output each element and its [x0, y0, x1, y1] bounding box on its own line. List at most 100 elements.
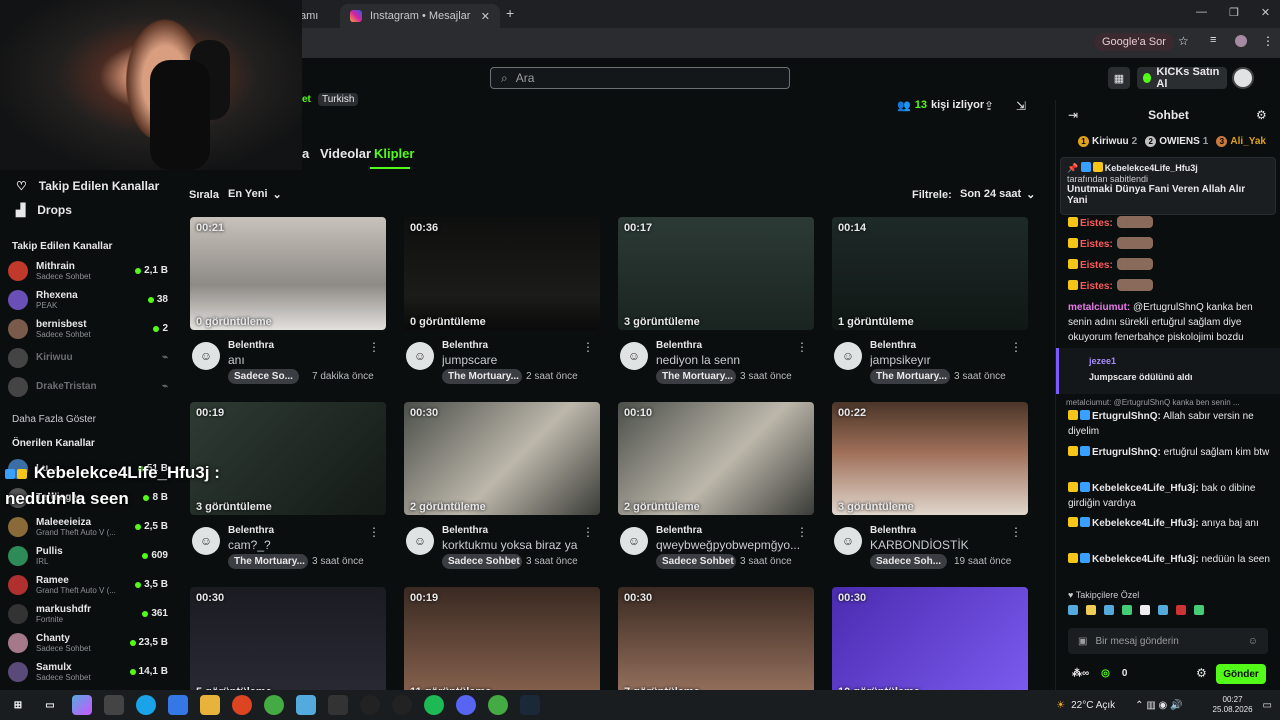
search-input[interactable]: ⌕ Ara — [490, 67, 790, 89]
clip-thumbnail[interactable]: 00:307 görüntüleme — [618, 587, 814, 700]
clip-thumbnail[interactable]: 00:22 3 görüntüleme — [832, 402, 1028, 515]
clip-category[interactable]: Sadece So... — [228, 369, 299, 384]
clip-thumbnail[interactable]: 00:3010 görüntüleme — [832, 587, 1028, 700]
menu-icon[interactable]: ⋮ — [1262, 34, 1274, 48]
tray-icons[interactable]: ⌃ ▥ ◉ 🔊 — [1135, 700, 1182, 711]
channel-item[interactable]: Samulx Sadece Sohbet 14,1 B — [8, 657, 168, 686]
app-icon-2[interactable] — [360, 695, 380, 715]
bookmark-star-icon[interactable]: ☆ — [1178, 34, 1189, 48]
kebab-menu-icon[interactable]: ⋮ — [368, 525, 380, 539]
channel-item[interactable]: Maleeeieiza Grand Theft Auto V (... 2,5 B — [8, 512, 168, 541]
tab-clips[interactable]: Klipler — [374, 146, 414, 161]
clip-thumbnail[interactable]: 00:21 0 görüntüleme — [190, 217, 386, 330]
emoji-icon[interactable]: ☺ — [1248, 636, 1258, 647]
file-explorer-icon[interactable] — [200, 695, 220, 715]
show-more-link[interactable]: Daha Fazla Göster — [0, 414, 96, 425]
channel-item[interactable]: Kiriwuu ⌁ — [8, 343, 168, 372]
channel-avatar[interactable]: ☺ — [406, 527, 434, 555]
language-tag[interactable]: Turkish — [318, 93, 359, 106]
clip-thumbnail[interactable]: 00:30 2 görüntüleme — [404, 402, 600, 515]
kebab-menu-icon[interactable]: ⋮ — [796, 525, 808, 539]
clip-author[interactable]: Belenthra — [442, 340, 488, 351]
chat-username[interactable]: Kebelekce4Life_Hfu3j: — [1092, 518, 1199, 529]
epic-games-icon[interactable] — [328, 695, 348, 715]
media-icon[interactable]: ≡ — [1210, 34, 1216, 46]
profile-icon[interactable] — [1235, 35, 1247, 47]
clip-author[interactable]: Belenthra — [442, 525, 488, 536]
channel-item[interactable]: markushdfr Fortnite 361 — [8, 599, 168, 628]
kebab-menu-icon[interactable]: ⋮ — [796, 340, 808, 354]
windows-start-icon[interactable]: ⊞ — [8, 695, 28, 715]
clip-title[interactable]: cam?_? — [228, 538, 378, 552]
close-tab-icon[interactable]: ✕ — [481, 10, 490, 23]
pinned-message[interactable]: 📌 Kebelekce4Life_Hfu3j tarafından sabitl… — [1060, 157, 1276, 215]
kicks-buy-button[interactable]: KICKs Satın Al — [1137, 66, 1227, 90]
leaderboard-entry[interactable]: 2 OWIENS 1 — [1145, 136, 1208, 147]
clip-category[interactable]: Sadece Sohbet — [656, 554, 736, 569]
google-sor-button[interactable]: Google'a Sor — [1094, 33, 1174, 51]
clip-author[interactable]: Belenthra — [228, 340, 274, 351]
weather-widget[interactable]: ☀ 22°C Açık — [1056, 700, 1115, 711]
clip-thumbnail[interactable]: 00:10 2 görüntüleme — [618, 402, 814, 515]
clip-author[interactable]: Belenthra — [656, 340, 702, 351]
emote-bar[interactable] — [1068, 605, 1268, 621]
chat-username[interactable]: ErtugrulShnQ: — [1092, 447, 1161, 458]
chat-username[interactable]: Eistes: — [1080, 218, 1113, 229]
chat-gear-icon[interactable]: ⚙ — [1196, 666, 1207, 680]
share-icon[interactable]: ⇪ — [984, 99, 994, 113]
chat-username[interactable]: Kebelekce4Life_Hfu3j: — [1092, 554, 1199, 565]
chat-username[interactable]: Eistes: — [1080, 260, 1113, 271]
channel-item[interactable]: Ramee Grand Theft Auto V (... 3,5 B — [8, 570, 168, 599]
obs-icon[interactable] — [392, 695, 412, 715]
clip-title[interactable]: nediyon la senn — [656, 353, 806, 367]
notification-icon[interactable]: ▭ — [1263, 700, 1272, 711]
filter-dropdown[interactable]: Son 24 saat ⌄ — [954, 184, 1041, 206]
chat-input[interactable]: ▣ Bir mesaj gönderin ☺ — [1068, 628, 1268, 654]
clip-category[interactable]: The Mortuary... — [228, 554, 308, 569]
channel-avatar[interactable]: ☺ — [620, 527, 648, 555]
clip-category[interactable]: Sadece Sohbet — [442, 554, 522, 569]
steam-icon[interactable] — [520, 695, 540, 715]
mail-icon[interactable] — [168, 695, 188, 715]
channel-item[interactable]: DrakeTristan ⌁ — [8, 372, 168, 401]
minimize-icon[interactable]: — — [1196, 6, 1207, 19]
clip-title[interactable]: qweybweğpyobwepmğyo... — [656, 538, 806, 552]
opera-icon[interactable] — [232, 695, 252, 715]
edge-icon[interactable] — [136, 695, 156, 715]
channel-avatar[interactable]: ☺ — [192, 342, 220, 370]
clip-title[interactable]: anı — [228, 353, 378, 367]
kebab-menu-icon[interactable]: ⋮ — [1010, 340, 1022, 354]
clip-category[interactable]: Sadece Soh... — [870, 554, 948, 569]
sort-dropdown[interactable]: En Yeni ⌄ — [222, 184, 288, 206]
channel-item[interactable]: Rhexena PEAK 38 — [8, 285, 168, 314]
channel-item[interactable]: Mithrain Sadece Sohbet 2,1 B — [8, 256, 168, 285]
store-icon[interactable]: ▦ — [1108, 67, 1130, 89]
store-app-icon[interactable] — [104, 695, 124, 715]
channel-item[interactable]: bernisbest Sadece Sohbet 2 — [8, 314, 168, 343]
clip-author[interactable]: Belenthra — [870, 525, 916, 536]
maximize-icon[interactable]: ❐ — [1229, 6, 1239, 19]
clip-title[interactable]: jumpscare — [442, 353, 592, 367]
channel-avatar[interactable]: ☺ — [620, 342, 648, 370]
chat-username[interactable]: Eistes: — [1080, 281, 1113, 292]
clip-thumbnail[interactable]: 00:305 görüntüleme — [190, 587, 386, 700]
kebab-menu-icon[interactable]: ⋮ — [582, 340, 594, 354]
tab-about[interactable]: a — [302, 146, 309, 161]
clock[interactable]: 00:27 25.08.2026 — [1213, 695, 1253, 715]
chat-username[interactable]: Kebelekce4Life_Hfu3j: — [1092, 483, 1199, 494]
chat-settings-icon[interactable]: ⚙ — [1256, 108, 1267, 122]
chrome-icon-2[interactable] — [488, 695, 508, 715]
channel-item[interactable]: Chanty Sadece Sohbet 23,5 B — [8, 628, 168, 657]
send-button[interactable]: Gönder — [1216, 664, 1266, 684]
chat-username[interactable]: Eistes: — [1080, 239, 1113, 250]
clip-thumbnail[interactable]: 00:1911 görüntüleme — [404, 587, 600, 700]
discord-icon[interactable] — [456, 695, 476, 715]
clip-thumbnail[interactable]: 00:14 1 görüntüleme — [832, 217, 1028, 330]
user-avatar[interactable] — [1232, 67, 1254, 89]
channel-avatar[interactable]: ☺ — [192, 527, 220, 555]
browser-tab-instagram[interactable]: Instagram • Mesajlar ✕ — [340, 4, 500, 28]
close-window-icon[interactable]: ✕ — [1261, 6, 1270, 19]
clip-category[interactable]: The Mortuary... — [870, 369, 950, 384]
clip-category[interactable]: The Mortuary... — [442, 369, 522, 384]
clip-title[interactable]: jampsikeyır — [870, 353, 1020, 367]
